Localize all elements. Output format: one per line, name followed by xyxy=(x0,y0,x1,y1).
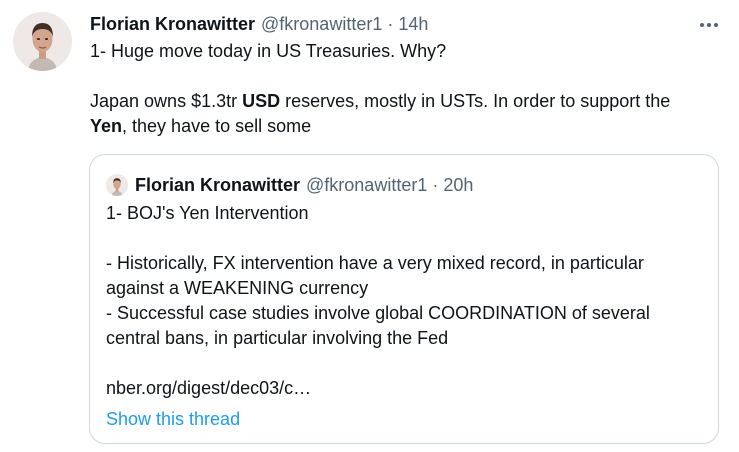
line-break xyxy=(106,351,706,376)
quoted-tweet-text: 1- BOJ's Yen Intervention - Historically… xyxy=(106,201,706,401)
show-thread-link[interactable]: Show this thread xyxy=(106,407,240,431)
quote-link: nber.org/digest/dec03/c… xyxy=(106,378,312,398)
tweet-text: 1- Huge move today in US Treasuries. Why… xyxy=(90,39,720,139)
tweet: Florian Kronawitter @fkronawitter1 · 14h… xyxy=(0,0,739,452)
tweet-line: Yen, they have to sell some xyxy=(90,114,720,139)
line-break xyxy=(106,226,706,251)
avatar-image xyxy=(13,12,72,71)
author-handle[interactable]: @fkronawitter1 xyxy=(261,14,382,35)
text-segment: reserves, mostly in USTs. In order to su… xyxy=(280,91,671,111)
text-segment: , they have to sell some xyxy=(122,116,312,136)
avatar[interactable] xyxy=(13,12,72,71)
tweet-line: Japan owns $1.3tr USD reserves, mostly i… xyxy=(90,89,720,114)
bold-text: USD xyxy=(242,91,281,111)
bold-text: Yen xyxy=(90,116,123,136)
separator-dot: · xyxy=(387,13,394,34)
tweet-header: Florian Kronawitter @fkronawitter1 · 14h xyxy=(90,12,428,36)
timestamp[interactable]: 14h xyxy=(398,14,428,35)
text-segment: Japan owns $1.3tr xyxy=(90,91,243,111)
author-name[interactable]: Florian Kronawitter xyxy=(90,14,255,35)
quoted-author-name: Florian Kronawitter xyxy=(135,174,301,195)
avatar-image xyxy=(106,174,128,196)
quote-line: against a WEAKENING currency xyxy=(106,278,369,298)
tweet-line: 1- Huge move today in US Treasuries. Why… xyxy=(90,41,447,61)
quote-line: central bans, in particular involving th… xyxy=(106,328,449,348)
quoted-tweet-header: Florian Kronawitter @fkronawitter1 · 20h xyxy=(106,173,473,197)
quoted-timestamp: 20h xyxy=(443,174,474,195)
quote-line: - Historically, FX intervention have a v… xyxy=(106,253,644,273)
separator-dot: · xyxy=(432,174,439,195)
quoted-avatar xyxy=(106,174,128,196)
quote-line: 1- BOJ's Yen Intervention xyxy=(106,203,309,223)
more-button[interactable] xyxy=(695,12,723,38)
quoted-tweet[interactable]: Florian Kronawitter @fkronawitter1 · 20h… xyxy=(89,154,719,444)
line-break xyxy=(90,64,720,89)
quoted-author-handle: @fkronawitter1 xyxy=(306,174,428,195)
quote-line: - Successful case studies involve global… xyxy=(106,303,650,323)
more-horizontal-icon xyxy=(700,23,718,27)
